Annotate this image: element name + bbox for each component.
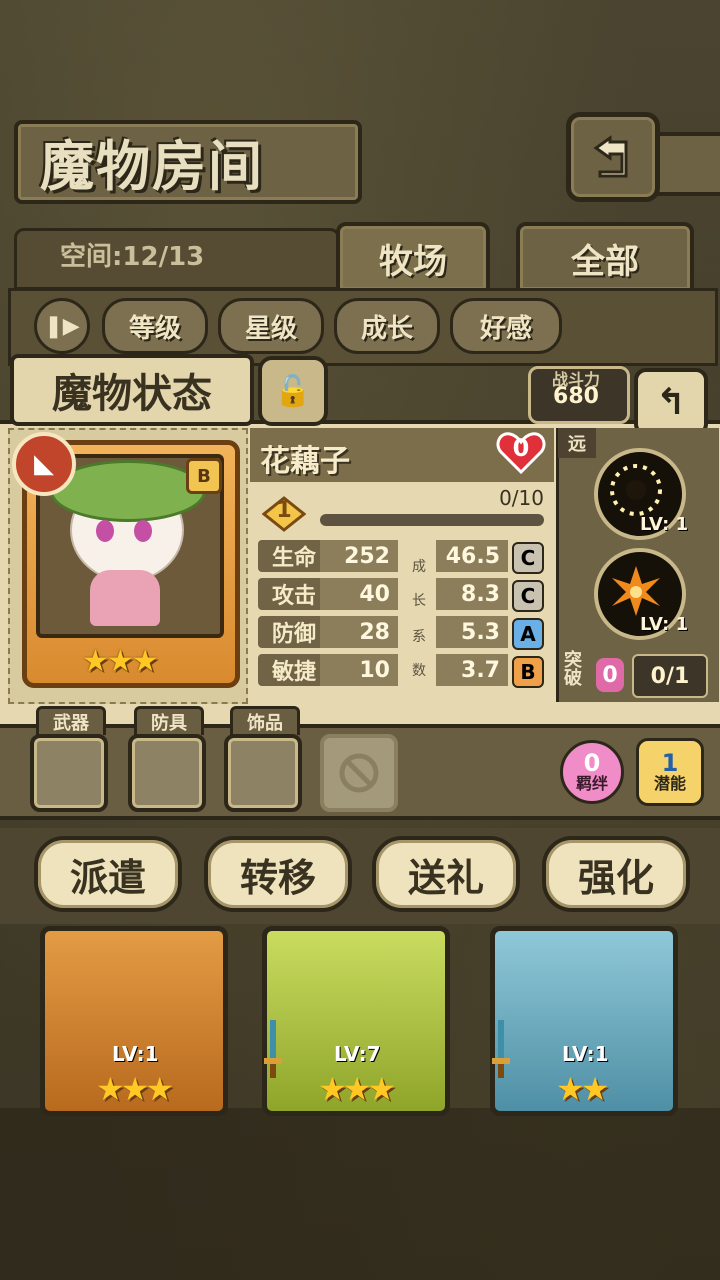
- monster-stars: ★★★: [82, 644, 159, 679]
- sword-icon: [264, 1020, 282, 1078]
- card-3-stars: ★★: [556, 1070, 609, 1108]
- monster-body: [90, 570, 160, 626]
- sort-order-button[interactable]: ❚▶: [34, 298, 90, 354]
- break-label: 突破: [564, 650, 582, 689]
- stat-value-agi: 10: [320, 654, 398, 686]
- dispatch-button[interactable]: 派遣: [34, 836, 182, 912]
- header-bar-right: [650, 132, 720, 196]
- pause-icon: ❚▶: [44, 313, 80, 339]
- status-title: 魔物状态: [10, 354, 254, 426]
- sort-growth-button[interactable]: 成长: [334, 298, 440, 354]
- bond-count: 0: [583, 749, 601, 777]
- stat-value-def: 28: [320, 616, 398, 648]
- grade-agi: B: [512, 656, 544, 688]
- lock-button[interactable]: 🔓: [258, 356, 328, 426]
- break-progress: 0/1: [632, 654, 708, 698]
- sort-star-button[interactable]: 星级: [218, 298, 324, 354]
- space-counter: 空间:12/13: [60, 242, 205, 272]
- potential-count: 1: [661, 749, 679, 777]
- exp-bar: [320, 514, 544, 526]
- sort-level-button[interactable]: 等级: [102, 298, 208, 354]
- growth-value-def: 5.3: [436, 616, 508, 648]
- back-arrow-icon: [593, 135, 628, 178]
- gift-button[interactable]: 送礼: [372, 836, 520, 912]
- skill-1-level: LV: 1: [640, 514, 689, 535]
- accessory-slot[interactable]: [224, 734, 302, 812]
- bond-label: 羁绊: [575, 774, 608, 793]
- card-1-level: LV:1: [112, 1042, 159, 1066]
- monster-level: 1: [276, 498, 292, 523]
- growth-label-1: 成: [412, 559, 426, 575]
- rank-badge: B: [186, 458, 222, 494]
- card-2-stars: ★★★: [318, 1070, 396, 1108]
- stat-value-atk: 40: [320, 578, 398, 610]
- potential-label: 潜能: [653, 774, 686, 793]
- card-3-level: LV:1: [562, 1042, 609, 1066]
- card-2-level: LV:7: [334, 1042, 381, 1066]
- tab-ranch[interactable]: 牧场: [336, 222, 490, 294]
- weapon-slot[interactable]: [30, 734, 108, 812]
- weapon-tab: 武器: [36, 706, 106, 735]
- return-arrow-icon: ↰: [655, 381, 687, 423]
- status-back-button[interactable]: ↰: [634, 368, 708, 436]
- grade-def: A: [512, 618, 544, 650]
- bottom-shade: [0, 1108, 720, 1280]
- card-1-stars: ★★★: [96, 1070, 174, 1108]
- monster-eye-left: [96, 520, 114, 542]
- potential-button[interactable]: 1 潜能: [636, 738, 704, 806]
- skill-2-level: LV: 1: [640, 614, 689, 635]
- back-button[interactable]: [566, 112, 660, 202]
- stat-value-hp: 252: [320, 540, 398, 572]
- growth-label-3: 系: [412, 629, 426, 645]
- grade-atk: C: [512, 580, 544, 612]
- sort-affinity-button[interactable]: 好感: [450, 298, 562, 354]
- tab-all[interactable]: 全部: [516, 222, 694, 294]
- lock-icon: 🔓: [274, 373, 312, 409]
- power-value: 680: [553, 384, 599, 409]
- growth-value-hp: 46.5: [436, 540, 508, 572]
- armor-tab: 防具: [134, 706, 204, 735]
- range-tag: 远: [558, 428, 596, 458]
- armor-slot[interactable]: [128, 734, 206, 812]
- enhance-button[interactable]: 强化: [542, 836, 690, 912]
- prohibited-icon: [339, 753, 379, 793]
- growth-label-4: 数: [412, 663, 426, 679]
- exp-text: 0/10: [499, 486, 544, 510]
- accessory-tab: 饰品: [230, 706, 300, 735]
- element-icon: ◣: [12, 432, 76, 496]
- bond-button[interactable]: 0 羁绊: [560, 740, 624, 804]
- monster-eye-right: [134, 520, 152, 542]
- growth-value-agi: 3.7: [436, 654, 508, 686]
- transfer-button[interactable]: 转移: [204, 836, 352, 912]
- locked-slot: [320, 734, 398, 812]
- heart-count: 0: [512, 434, 530, 462]
- grade-hp: C: [512, 542, 544, 574]
- page-title: 魔物房间: [40, 134, 264, 198]
- growth-value-atk: 8.3: [436, 578, 508, 610]
- break-count: 0: [596, 658, 624, 692]
- growth-label-2: 长: [412, 593, 426, 609]
- sword-icon: [492, 1020, 510, 1078]
- monster-name: 花藕子: [260, 444, 350, 479]
